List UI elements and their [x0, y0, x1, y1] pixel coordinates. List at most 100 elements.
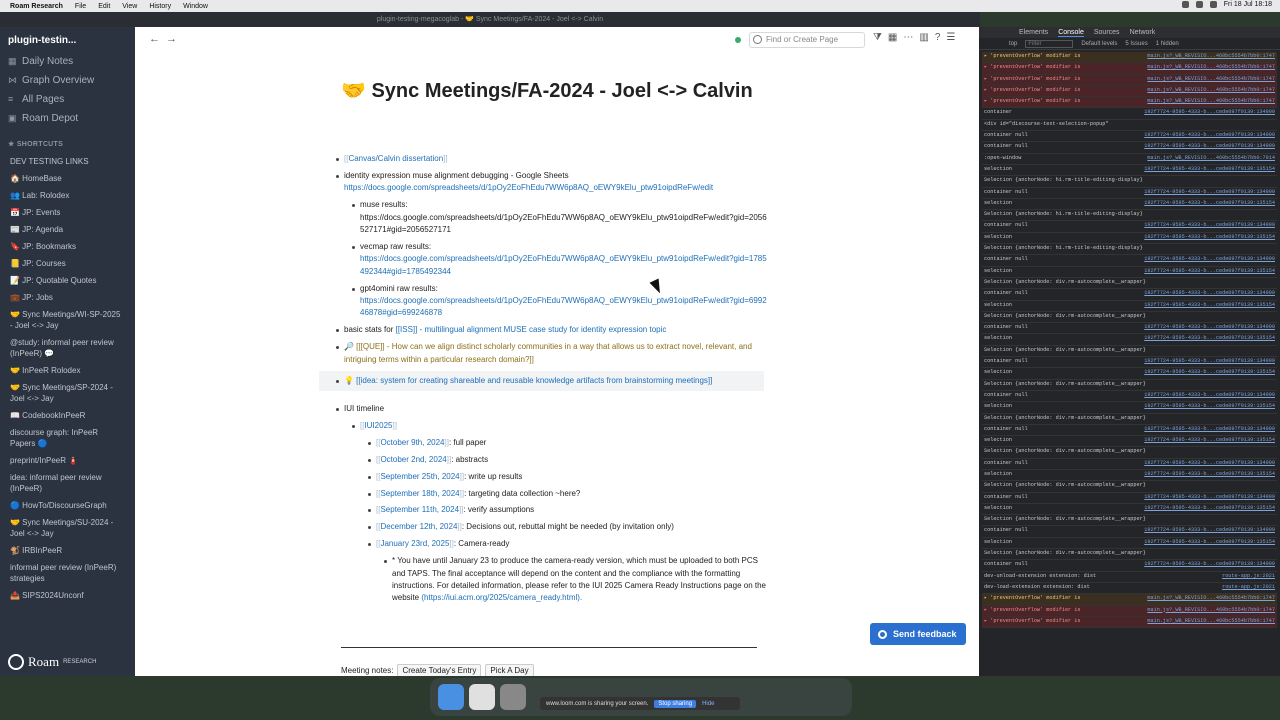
bullet[interactable] — [336, 346, 339, 350]
question-link[interactable]: 🔎 [[[QUE]] - How can we align distinct s… — [341, 341, 771, 366]
console-source-link[interactable]: main.js?_WB_REVISIO...460bc5554b7bb0:791… — [1147, 155, 1275, 163]
console-source-link[interactable]: 192f7724-9595-4333-b...cede097f0139:1351… — [1144, 505, 1275, 513]
console-source-link[interactable]: 192f7724-9595-4333-b...cede097f0139:1349… — [1144, 143, 1275, 151]
block[interactable]: [[Canvas/Calvin dissertation]] — [336, 153, 771, 165]
menubar-item-history[interactable]: History — [149, 3, 171, 10]
bullet[interactable] — [368, 509, 371, 513]
console-source-link[interactable]: 192f7724-9595-4333-b...cede097f0139:1349… — [1144, 358, 1275, 366]
menubar-item-edit[interactable]: Edit — [98, 3, 110, 10]
console-source-link[interactable]: 192f7724-9595-4333-b...cede097f0139:1351… — [1144, 403, 1275, 411]
timeline-item[interactable]: [[December 12th, 2024]]: Decisions out, … — [368, 521, 771, 533]
shortcut-item[interactable]: DEV TESTING LINKS — [0, 153, 135, 170]
console-source-link[interactable]: main.js?_WB_REVISIO...460bc5554b7bb0:174… — [1147, 595, 1275, 603]
console-source-link[interactable]: 192f7724-9595-4333-b...cede097f0139:1351… — [1144, 471, 1275, 479]
console-source-link[interactable]: 192f7724-9595-4333-b...cede097f0139:1349… — [1144, 109, 1275, 117]
forward-arrow-icon[interactable]: → — [166, 33, 177, 45]
shortcut-item[interactable]: 🤝 Sync Meetings/WI-SP-2025 - Joel <-> Ja… — [0, 306, 135, 334]
url-link[interactable]: https://docs.google.com/spreadsheets/d/1… — [360, 254, 767, 275]
block[interactable]: [[IUI2025]] — [352, 420, 771, 432]
timeline-item[interactable]: [[September 18th, 2024]]: targeting data… — [368, 488, 771, 500]
console-source-link[interactable]: 192f7724-9595-4333-b...cede097f0139:1351… — [1144, 200, 1275, 208]
console-source-link[interactable]: 192f7724-9595-4333-b...cede097f0139:1349… — [1144, 290, 1275, 298]
page-link[interactable]: Canvas/Calvin dissertation — [348, 154, 443, 163]
console-source-link[interactable]: 192f7724-9595-4333-b...cede097f0139:1351… — [1144, 369, 1275, 377]
idea-link[interactable]: 💡 [[idea: system for creating shareable … — [341, 375, 758, 387]
url-link[interactable]: (https://iui.acm.org/2025/camera_ready.h… — [421, 593, 582, 602]
console-source-link[interactable]: main.js?_WB_REVISIO...460bc5554b7bb0:174… — [1147, 53, 1275, 61]
block[interactable]: vecmap raw results: https://docs.google.c… — [352, 241, 771, 278]
bullet[interactable] — [368, 492, 371, 496]
finder-icon[interactable] — [438, 684, 464, 710]
right-sidebar-icon[interactable]: ☰ — [946, 32, 955, 43]
calendar-icon[interactable]: ▦ — [888, 32, 897, 43]
console-source-link[interactable]: route-app.js:2021 — [1222, 584, 1275, 592]
bullet[interactable] — [352, 245, 355, 249]
page-link[interactable]: [[ISS]] - multilingual alignment MUSE ca… — [396, 325, 667, 334]
shortcut-item[interactable]: 📒 JP: Courses — [0, 255, 135, 272]
console-source-link[interactable]: main.js?_WB_REVISIO...460bc5554b7bb0:174… — [1147, 87, 1275, 95]
bullet[interactable] — [368, 458, 371, 462]
send-feedback-button[interactable]: Send feedback — [870, 623, 966, 645]
date-link[interactable]: September 11th, 2024 — [380, 505, 459, 514]
graph-name[interactable]: plugin-testin... — [0, 27, 135, 52]
menubar-item-window[interactable]: Window — [183, 3, 208, 10]
console-source-link[interactable]: main.js?_WB_REVISIO...460bc5554b7bb0:174… — [1147, 618, 1275, 626]
console-source-link[interactable]: 192f7724-9595-4333-b...cede097f0139:1351… — [1144, 437, 1275, 445]
timeline-item[interactable]: [[October 2nd, 2024]]: abstracts — [368, 454, 771, 466]
nav-all-pages[interactable]: ≡ All Pages — [0, 90, 135, 109]
console-source-link[interactable]: 192f7724-9595-4333-b...cede097f0139:1349… — [1144, 494, 1275, 502]
console-source-link[interactable]: main.js?_WB_REVISIO...460bc5554b7bb0:174… — [1147, 607, 1275, 615]
search-input[interactable]: Find or Create Page — [749, 32, 865, 48]
shortcut-item[interactable]: 📤 SIPS2024Unconf — [0, 587, 135, 604]
shortcut-item[interactable]: 📖 CodebookInPeeR — [0, 407, 135, 424]
console-source-link[interactable]: 192f7724-9595-4333-b...cede097f0139:1349… — [1144, 324, 1275, 332]
date-link[interactable]: October 9th, 2024 — [380, 438, 444, 447]
back-arrow-icon[interactable]: ← — [149, 33, 160, 45]
console-source-link[interactable]: 192f7724-9595-4333-b...cede097f0139:1351… — [1144, 166, 1275, 174]
block[interactable]: muse results: https://docs.google.com/spr… — [352, 199, 771, 236]
shortcut-item[interactable]: 📝 JP: Quotable Quotes — [0, 272, 135, 289]
url-link[interactable]: https://docs.google.com/spreadsheets/d/1… — [360, 296, 767, 317]
console-source-link[interactable]: 192f7724-9595-4333-b...cede097f0139:1351… — [1144, 335, 1275, 343]
create-today-button[interactable]: Create Today's Entry — [397, 664, 482, 676]
bullet[interactable] — [352, 204, 355, 208]
tab-network[interactable]: Network — [1130, 29, 1156, 36]
console-source-link[interactable]: 192f7724-9595-4333-b...cede097f0139:1349… — [1144, 132, 1275, 140]
bullet[interactable] — [336, 158, 339, 161]
battery-icon[interactable] — [1195, 1, 1203, 8]
block[interactable]: gpt4omini raw results: https://docs.googl… — [352, 283, 771, 320]
bullet[interactable] — [352, 424, 355, 428]
shortcut-item[interactable]: 🔵 HowTo/DiscourseGraph — [0, 497, 135, 514]
date-link[interactable]: December 12th, 2024 — [380, 522, 457, 531]
wifi-icon[interactable] — [1181, 1, 1189, 8]
bullet[interactable] — [336, 174, 339, 178]
menubar-app-name[interactable]: Roam Research — [10, 3, 63, 10]
settings-icon[interactable] — [500, 684, 526, 710]
nav-graph-overview[interactable]: ⋈ Graph Overview — [0, 71, 135, 90]
hide-share-button[interactable]: Hide — [702, 701, 714, 707]
tab-sources[interactable]: Sources — [1094, 29, 1120, 36]
shortcut-item[interactable]: 🤝 Sync Meetings/SP-2024 - Joel <-> Jay — [0, 379, 135, 407]
block[interactable]: IUI timeline — [336, 403, 771, 415]
tab-console[interactable]: Console — [1058, 29, 1084, 37]
page-link[interactable]: IUI2025 — [364, 421, 392, 430]
pick-day-button[interactable]: Pick A Day — [485, 664, 534, 676]
shortcut-item[interactable]: discourse graph: InPeeR Papers 🔵 — [0, 424, 135, 452]
console-source-link[interactable]: 192f7724-9595-4333-b...cede097f0139:1349… — [1144, 392, 1275, 400]
block[interactable]: 🔎 [[[QUE]] - How can we align distinct s… — [336, 341, 771, 366]
shortcut-item[interactable]: @study: informal peer review (InPeeR) 💬 — [0, 334, 135, 362]
log-levels-select[interactable]: Default levels — [1081, 41, 1117, 47]
stop-sharing-button[interactable]: Stop sharing — [654, 699, 697, 708]
console-source-link[interactable]: 192f7724-9595-4333-b...cede097f0139:1349… — [1144, 222, 1275, 230]
bullet[interactable] — [368, 526, 371, 530]
date-link[interactable]: September 25th, 2024 — [380, 472, 459, 481]
date-link[interactable]: October 2nd, 2024 — [380, 455, 446, 464]
date-link[interactable]: September 18th, 2024 — [380, 489, 459, 498]
console-source-link[interactable]: 192f7724-9595-4333-b...cede097f0139:1351… — [1144, 539, 1275, 547]
console-source-link[interactable]: 192f7724-9595-4333-b...cede097f0139:1349… — [1144, 256, 1275, 264]
menubar-clock[interactable]: Fri 18 Jul 18:18 — [1224, 1, 1272, 8]
sidebar-toggle-icon[interactable]: ▥ — [919, 32, 928, 43]
shortcut-item[interactable]: 🏠 HomeBase — [0, 170, 135, 187]
console-source-link[interactable]: 192f7724-9595-4333-b...cede097f0139:1349… — [1144, 426, 1275, 434]
shortcut-item[interactable]: 🔖 JP: Bookmarks — [0, 238, 135, 255]
